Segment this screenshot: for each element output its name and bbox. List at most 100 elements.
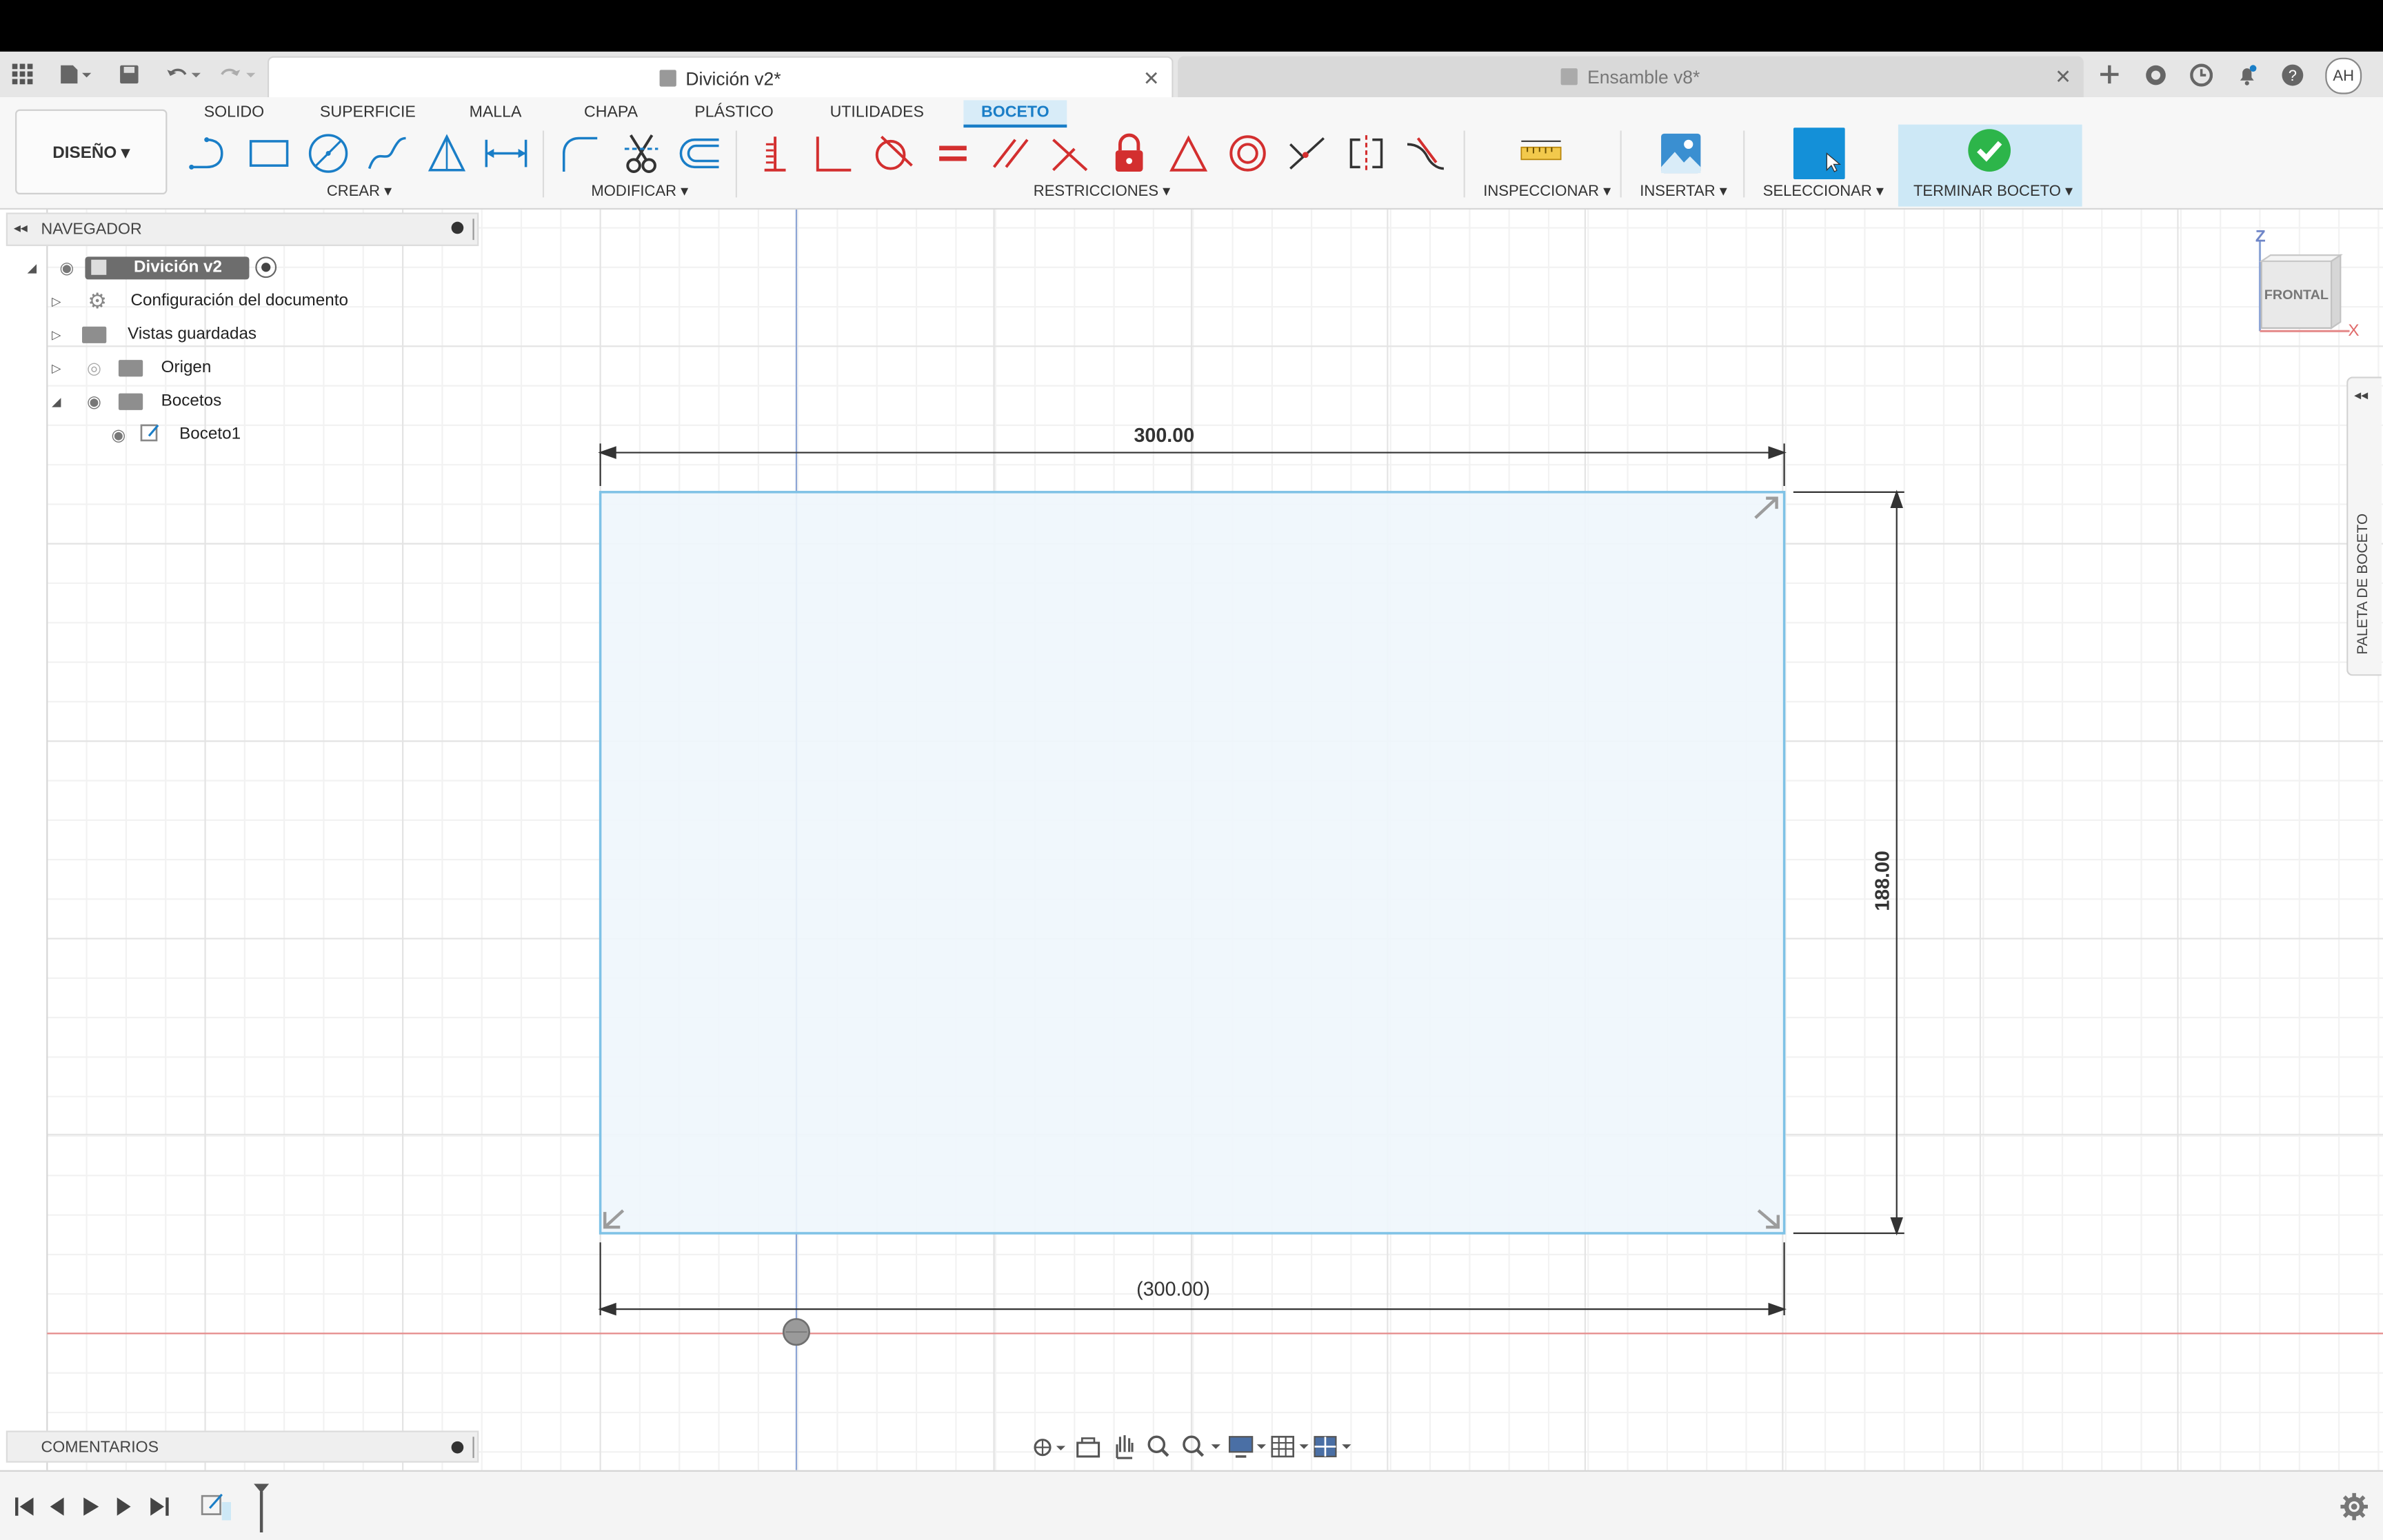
tab-malla[interactable]: MALLA (463, 100, 527, 124)
midpoint-constraint-icon[interactable] (1164, 128, 1213, 179)
tangent-constraint-icon[interactable] (868, 128, 917, 179)
group-crear[interactable]: CREAR ▾ (327, 184, 392, 201)
finish-sketch-button[interactable]: TERMINAR BOCETO ▾ (1898, 124, 2082, 207)
timeline-sketch-feature-icon[interactable] (198, 1490, 232, 1523)
offset-tool-icon[interactable] (676, 128, 725, 179)
undo-icon[interactable] (161, 61, 204, 88)
sketch-rectangle-profile[interactable] (599, 491, 1786, 1235)
group-seleccionar[interactable]: SELECCIONAR ▾ (1763, 184, 1884, 201)
tab-superficie[interactable]: SUPERFICIE (319, 100, 416, 124)
concentric-constraint-icon[interactable] (1223, 128, 1272, 179)
step-back-icon[interactable] (46, 1495, 70, 1519)
visibility-icon[interactable]: ◉ (82, 391, 106, 411)
grid-settings-icon[interactable] (1271, 1434, 1314, 1461)
coincident-constraint-icon[interactable] (810, 128, 859, 179)
expand-icon[interactable]: ▷ (52, 327, 67, 341)
tab-document-active[interactable]: Divición v2* ✕ (267, 56, 1174, 99)
collinear-constraint-icon[interactable] (1283, 128, 1331, 179)
close-icon[interactable]: ✕ (1143, 67, 1160, 91)
fix-constraint-icon[interactable] (1105, 128, 1154, 179)
expand-icon[interactable]: ▷ (52, 294, 67, 307)
timeline-settings-gear-icon[interactable] (2340, 1492, 2368, 1521)
group-insertar[interactable]: INSERTAR ▾ (1640, 184, 1727, 201)
view-cube[interactable]: Z X FRONTAL (2246, 225, 2368, 346)
fillet-tool-icon[interactable] (556, 128, 605, 179)
look-at-icon[interactable] (1076, 1435, 1100, 1459)
group-restricciones[interactable]: RESTRICCIONES ▾ (1034, 184, 1170, 201)
tab-boceto[interactable]: BOCETO (963, 100, 1067, 128)
pin-icon[interactable] (451, 221, 464, 234)
dimension-width-value[interactable]: 300.00 (1103, 424, 1225, 447)
workspace-switcher[interactable]: DISEÑO ▾ (15, 109, 168, 195)
rectangle-tool-icon[interactable] (245, 128, 294, 179)
pan-hand-icon[interactable] (1111, 1434, 1135, 1461)
view-cube-face-label[interactable]: FRONTAL (2262, 287, 2331, 302)
dimension-tool-icon[interactable] (482, 128, 531, 179)
step-forward-icon[interactable] (112, 1495, 137, 1519)
user-avatar[interactable]: AH (2325, 57, 2362, 94)
polygon-tool-icon[interactable] (423, 128, 472, 179)
perpendicular-constraint-icon[interactable] (1045, 128, 1094, 179)
curvature-constraint-icon[interactable] (1401, 128, 1450, 179)
collapse-icon[interactable]: ◂◂ (14, 220, 28, 236)
viewports-icon[interactable] (1313, 1434, 1356, 1461)
collapse-icon[interactable]: ◂◂ (2354, 387, 2368, 404)
tab-document-inactive[interactable]: Ensamble v8* ✕ (1178, 56, 2084, 98)
expand-icon[interactable]: ◢ (28, 261, 43, 274)
go-to-end-icon[interactable] (148, 1495, 172, 1519)
dimension-reference-value[interactable]: (300.00) (1097, 1277, 1249, 1300)
symmetry-constraint-icon[interactable] (1342, 128, 1391, 179)
tab-solido[interactable]: SOLIDO (198, 100, 271, 124)
visibility-icon[interactable]: ◉ (54, 257, 79, 277)
arc-tool-icon[interactable] (363, 128, 412, 179)
expand-icon[interactable]: ▷ (52, 361, 67, 374)
dimension-height-value[interactable]: 188.00 (1871, 820, 1893, 942)
parallel-constraint-icon[interactable] (986, 128, 1035, 179)
activate-radio-icon[interactable] (255, 256, 277, 278)
resize-handle[interactable] (472, 219, 474, 241)
browser-root[interactable]: ◢ ◉ Divición v2 (28, 252, 277, 283)
file-menu-icon[interactable] (54, 61, 97, 88)
document-tab-bar: Divición v2* ✕ Ensamble v8* ✕ ? AH (0, 51, 2383, 99)
timeline-marker[interactable] (254, 1483, 270, 1533)
browser-item-sketch1[interactable]: ◉ Boceto1 (106, 419, 241, 449)
tab-utilidades[interactable]: UTILIDADES (827, 100, 927, 124)
sketch-palette[interactable]: ◂◂ PALETA DE BOCETO (2346, 376, 2382, 676)
play-icon[interactable] (79, 1495, 103, 1519)
orbit-icon[interactable] (1030, 1435, 1067, 1459)
expand-icon[interactable]: ◢ (52, 394, 67, 408)
fit-zoom-icon[interactable] (1181, 1434, 1224, 1461)
display-settings-icon[interactable] (1228, 1434, 1271, 1461)
insert-image-icon[interactable] (1656, 128, 1705, 179)
go-to-start-icon[interactable] (12, 1495, 37, 1519)
help-icon[interactable]: ? (2280, 62, 2304, 86)
line-tool-icon[interactable] (185, 128, 234, 179)
comments-panel[interactable]: COMENTARIOS (6, 1430, 479, 1463)
job-status-icon[interactable] (2189, 62, 2213, 86)
browser-item-sketches[interactable]: ◢ ◉ Bocetos (52, 386, 221, 416)
circle-tool-icon[interactable] (304, 128, 353, 179)
select-tool-icon[interactable] (1793, 128, 1845, 179)
save-icon[interactable] (116, 61, 143, 88)
data-panel-icon[interactable] (9, 61, 37, 88)
browser-item-origin[interactable]: ▷ ◎ Origen (52, 352, 211, 383)
close-icon[interactable]: ✕ (2055, 65, 2071, 90)
horizontal-vertical-constraint-icon[interactable] (751, 128, 800, 179)
browser-item-document-settings[interactable]: ▷ ⚙ Configuración del documento (52, 285, 348, 316)
measure-tool-icon[interactable] (1517, 128, 1566, 179)
group-inspeccionar[interactable]: INSPECCIONAR ▾ (1483, 184, 1611, 201)
tab-chapa[interactable]: CHAPA (579, 100, 643, 124)
browser-item-saved-views[interactable]: ▷ Vistas guardadas (52, 319, 257, 349)
zoom-icon[interactable] (1146, 1434, 1170, 1461)
redo-icon[interactable] (216, 61, 259, 88)
tab-plastico[interactable]: PLÁSTICO (692, 100, 776, 124)
notifications-icon[interactable] (2234, 62, 2258, 86)
new-tab-icon[interactable] (2098, 62, 2122, 86)
equal-constraint-icon[interactable] (929, 128, 978, 179)
hidden-eye-icon[interactable]: ◎ (82, 358, 106, 377)
add-comment-icon[interactable] (451, 1441, 464, 1454)
extensions-icon[interactable] (2143, 62, 2167, 86)
group-modificar[interactable]: MODIFICAR ▾ (591, 184, 688, 201)
trim-tool-icon[interactable] (617, 128, 666, 179)
visibility-icon[interactable]: ◉ (106, 425, 130, 444)
